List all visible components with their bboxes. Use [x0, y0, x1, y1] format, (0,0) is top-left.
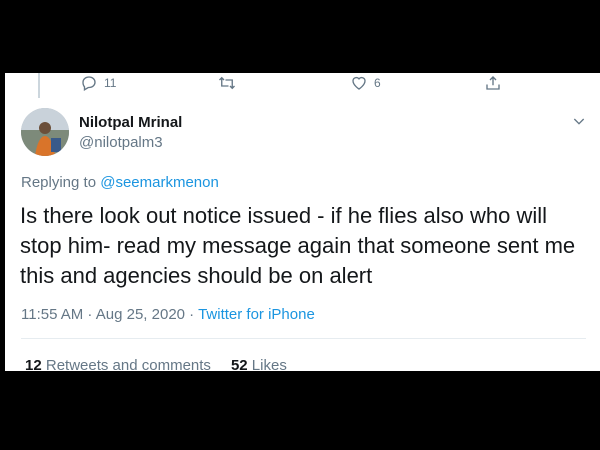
likes-label: Likes — [251, 357, 287, 371]
retweets-label: Retweets and comments — [45, 357, 211, 371]
heart-icon — [352, 76, 366, 90]
like-count: 6 — [374, 76, 381, 90]
reply-icon — [82, 76, 96, 91]
tweet-meta: 11:55 AM · Aug 25, 2020 · Twitter for iP… — [21, 306, 315, 323]
retweets-count: 12 — [25, 357, 42, 371]
replying-to-line: Replying to @seemarkmenon — [21, 174, 219, 191]
replying-to-mention[interactable]: @seemarkmenon — [100, 174, 219, 191]
likes-count: 52 — [230, 357, 248, 371]
author-handle[interactable]: @nilotpalm3 — [79, 134, 163, 151]
tweet-text: Is there look out notice issued - if he … — [20, 203, 576, 288]
divider — [21, 338, 586, 339]
share-icon — [486, 76, 500, 90]
avatar[interactable] — [21, 108, 69, 156]
replying-to-label: Replying to — [21, 174, 97, 191]
like-button[interactable]: 6 — [350, 73, 381, 93]
likes-stat[interactable]: 52 Likes — [231, 357, 287, 371]
more-options-button[interactable] — [571, 113, 587, 134]
share-button[interactable] — [484, 73, 502, 93]
tweet-timestamp[interactable]: 11:55 AM · Aug 25, 2020 · — [21, 306, 198, 323]
engagement-stats: 12 Retweets and comments 52 Likes — [25, 357, 287, 371]
previous-tweet-action-bar: 11 6 — [5, 73, 600, 95]
author-name[interactable]: Nilotpal Mrinal — [79, 114, 182, 131]
retweets-stat[interactable]: 12 Retweets and comments — [25, 357, 211, 371]
chevron-down-icon — [573, 118, 585, 125]
reply-count: 11 — [104, 76, 117, 90]
reply-button[interactable]: 11 — [80, 73, 116, 93]
tweet-card: 11 6 Nilotpal Mrinal @nilotpalm3 Replyin… — [5, 73, 600, 371]
retweet-button[interactable] — [217, 73, 237, 93]
retweet-icon — [219, 76, 235, 90]
tweet-source[interactable]: Twitter for iPhone — [198, 306, 315, 323]
